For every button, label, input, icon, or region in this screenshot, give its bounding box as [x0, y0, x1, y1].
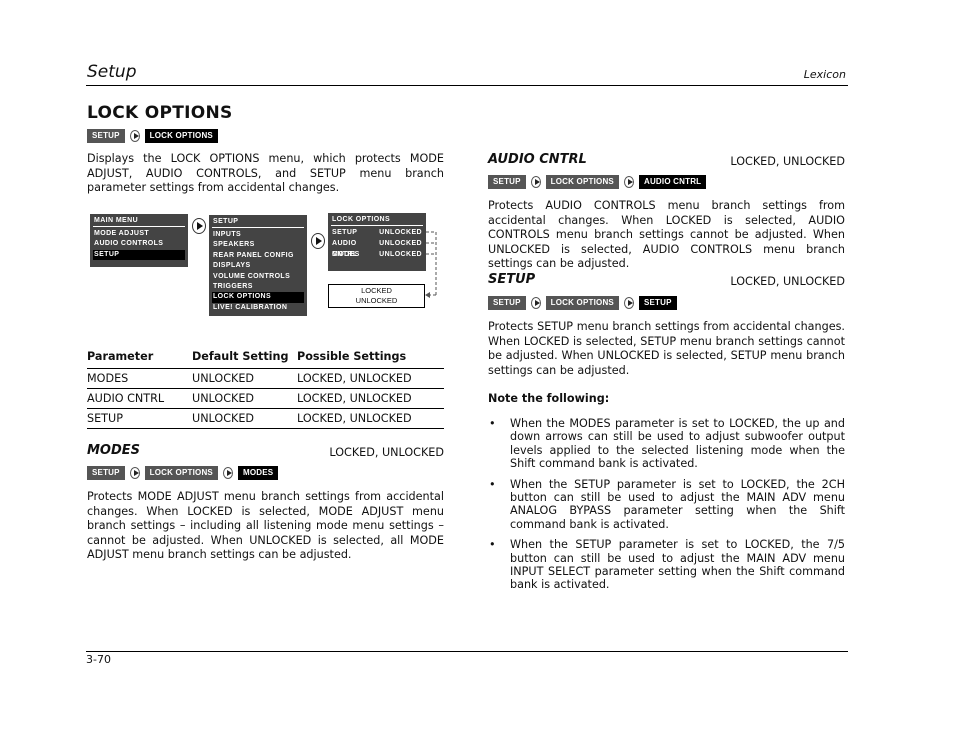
section-title-audio-cntrl: AUDIO CNTRL	[488, 152, 587, 167]
note-item: • When the MODES parameter is set to LOC…	[488, 417, 845, 471]
menu-title: SETUP	[212, 218, 304, 228]
lock-value: UNLOCKED	[379, 250, 422, 258]
intro-paragraph: Displays the LOCK OPTIONS menu, which pr…	[87, 152, 444, 195]
section-settings-modes: LOCKED, UNLOCKED	[329, 446, 444, 459]
breadcrumb-item: LOCK OPTIONS	[545, 296, 619, 310]
section-header-title: Setup	[87, 62, 137, 82]
menu-item: LIVE! CALIBRATION	[213, 303, 288, 311]
breadcrumb-item: SETUP	[87, 466, 125, 480]
breadcrumb-item: SETUP	[488, 296, 526, 310]
table-cell: UNLOCKED	[192, 388, 297, 409]
header-rule	[86, 85, 848, 86]
table-row: AUDIO CNTRL UNLOCKED LOCKED, UNLOCKED	[87, 388, 444, 409]
note-item: • When the SETUP parameter is set to LOC…	[488, 478, 845, 532]
breadcrumb-item: SETUP	[87, 129, 125, 143]
lock-value: UNLOCKED	[379, 229, 422, 236]
lock-value: UNLOCKED	[379, 239, 422, 247]
option-unlocked: UNLOCKED	[355, 296, 398, 305]
section-settings-audio-cntrl: LOCKED, UNLOCKED	[730, 155, 845, 168]
table-cell: AUDIO CNTRL	[87, 388, 192, 409]
breadcrumb-item-current: AUDIO CNTRL	[638, 175, 707, 189]
page-heading: LOCK OPTIONS	[87, 103, 233, 123]
arrow-right-icon	[222, 467, 233, 479]
menu-item-selected: SETUP	[93, 249, 185, 261]
note-text: When the SETUP parameter is set to LOCKE…	[510, 538, 845, 592]
table-header: Default Setting	[192, 349, 289, 363]
option-locked: LOCKED	[361, 286, 392, 295]
page-number: 3-70	[86, 653, 111, 666]
note-text: When the SETUP parameter is set to LOCKE…	[510, 477, 845, 531]
modes-description: Protects MODE ADJUST menu branch setting…	[87, 490, 444, 562]
breadcrumb: SETUP LOCK OPTIONS	[87, 129, 218, 143]
table-cell: LOCKED, UNLOCKED	[297, 368, 444, 389]
breadcrumb-item: SETUP	[488, 175, 526, 189]
notes-title: Note the following:	[488, 392, 610, 405]
menu-item: VOLUME CONTROLS	[213, 272, 291, 280]
bullet-icon: •	[489, 477, 496, 491]
table-cell: UNLOCKED	[192, 408, 297, 429]
table-header: Possible Settings	[297, 349, 407, 363]
breadcrumb-item: LOCK OPTIONS	[144, 466, 218, 480]
main-menu-screen: MAIN MENU MODE ADJUST AUDIO CONTROLS SET…	[90, 214, 188, 267]
menu-title: LOCK OPTIONS	[331, 216, 423, 226]
menu-item: REAR PANEL CONFIG	[213, 251, 294, 259]
table-row: MODES UNLOCKED LOCKED, UNLOCKED	[87, 368, 444, 389]
bullet-icon: •	[489, 538, 496, 552]
lock-row: MODES UNLOCKED	[331, 250, 423, 261]
options-box: LOCKED UNLOCKED	[328, 284, 425, 308]
section-settings-setup: LOCKED, UNLOCKED	[730, 275, 845, 288]
table-cell: UNLOCKED	[192, 368, 297, 389]
notes-list: • When the MODES parameter is set to LOC…	[488, 417, 845, 599]
table-row: SETUP UNLOCKED LOCKED, UNLOCKED	[87, 408, 444, 429]
menu-item: SPEAKERS	[213, 241, 255, 249]
table-cell: SETUP	[87, 408, 192, 429]
section-title-setup: SETUP	[488, 272, 536, 287]
table-header: Parameter	[87, 349, 154, 363]
arrow-left-icon	[425, 292, 430, 298]
menu-item: MODE ADJUST	[94, 230, 150, 237]
breadcrumb-item-current: SETUP	[638, 296, 677, 310]
table-cell: LOCKED, UNLOCKED	[297, 408, 444, 429]
footer-rule	[86, 651, 848, 652]
setup-menu-screen: SETUP INPUTS SPEAKERS REAR PANEL CONFIG …	[209, 215, 307, 316]
note-item: • When the SETUP parameter is set to LOC…	[488, 538, 845, 592]
lock-param: MODES	[332, 250, 360, 258]
table-cell: LOCKED, UNLOCKED	[297, 388, 444, 409]
lock-row: SETUP UNLOCKED	[331, 228, 423, 239]
table-cell: MODES	[87, 368, 192, 389]
menu-item: TRIGGERS	[213, 282, 253, 290]
lock-param: AUDIO CNTRL	[332, 239, 358, 258]
menu-item: AUDIO CONTROLS	[94, 240, 164, 248]
breadcrumb-item-current: MODES	[237, 466, 279, 480]
table-header-row: Parameter Default Setting Possible Setti…	[87, 344, 444, 369]
breadcrumb: SETUP LOCK OPTIONS AUDIO CNTRL	[488, 175, 707, 189]
menu-title: MAIN MENU	[93, 217, 185, 227]
arrow-right-icon	[623, 297, 634, 309]
audio-cntrl-description: Protects AUDIO CONTROLS menu branch sett…	[488, 199, 845, 271]
arrow-right-icon	[530, 176, 541, 188]
section-title-modes: MODES	[87, 443, 141, 458]
breadcrumb: SETUP LOCK OPTIONS SETUP	[488, 296, 677, 310]
parameter-table: Parameter Default Setting Possible Setti…	[87, 344, 444, 429]
arrow-right-icon	[623, 176, 634, 188]
dashed-connector	[425, 231, 437, 298]
arrow-right-icon	[129, 130, 140, 142]
lock-row: AUDIO CNTRL UNLOCKED	[331, 239, 423, 258]
menu-item: DISPLAYS	[213, 262, 251, 270]
arrow-right-icon	[192, 218, 206, 234]
menu-item-selected: LOCK OPTIONS	[212, 292, 304, 303]
setup-description: Protects SETUP menu branch settings from…	[488, 320, 845, 377]
arrow-right-icon	[530, 297, 541, 309]
arrow-right-icon	[129, 467, 140, 479]
menu-item: INPUTS	[213, 231, 242, 238]
breadcrumb-item: LOCK OPTIONS	[545, 175, 619, 189]
breadcrumb: SETUP LOCK OPTIONS MODES	[87, 466, 279, 480]
lock-param: SETUP	[332, 229, 358, 236]
lock-options-screen: LOCK OPTIONS SETUP UNLOCKED AUDIO CNTRL …	[328, 213, 426, 271]
brand-name: Lexicon	[803, 68, 846, 81]
arrow-right-icon	[311, 233, 325, 249]
note-text: When the MODES parameter is set to LOCKE…	[510, 417, 845, 471]
breadcrumb-item-current: LOCK OPTIONS	[144, 129, 218, 143]
bullet-icon: •	[489, 417, 496, 430]
